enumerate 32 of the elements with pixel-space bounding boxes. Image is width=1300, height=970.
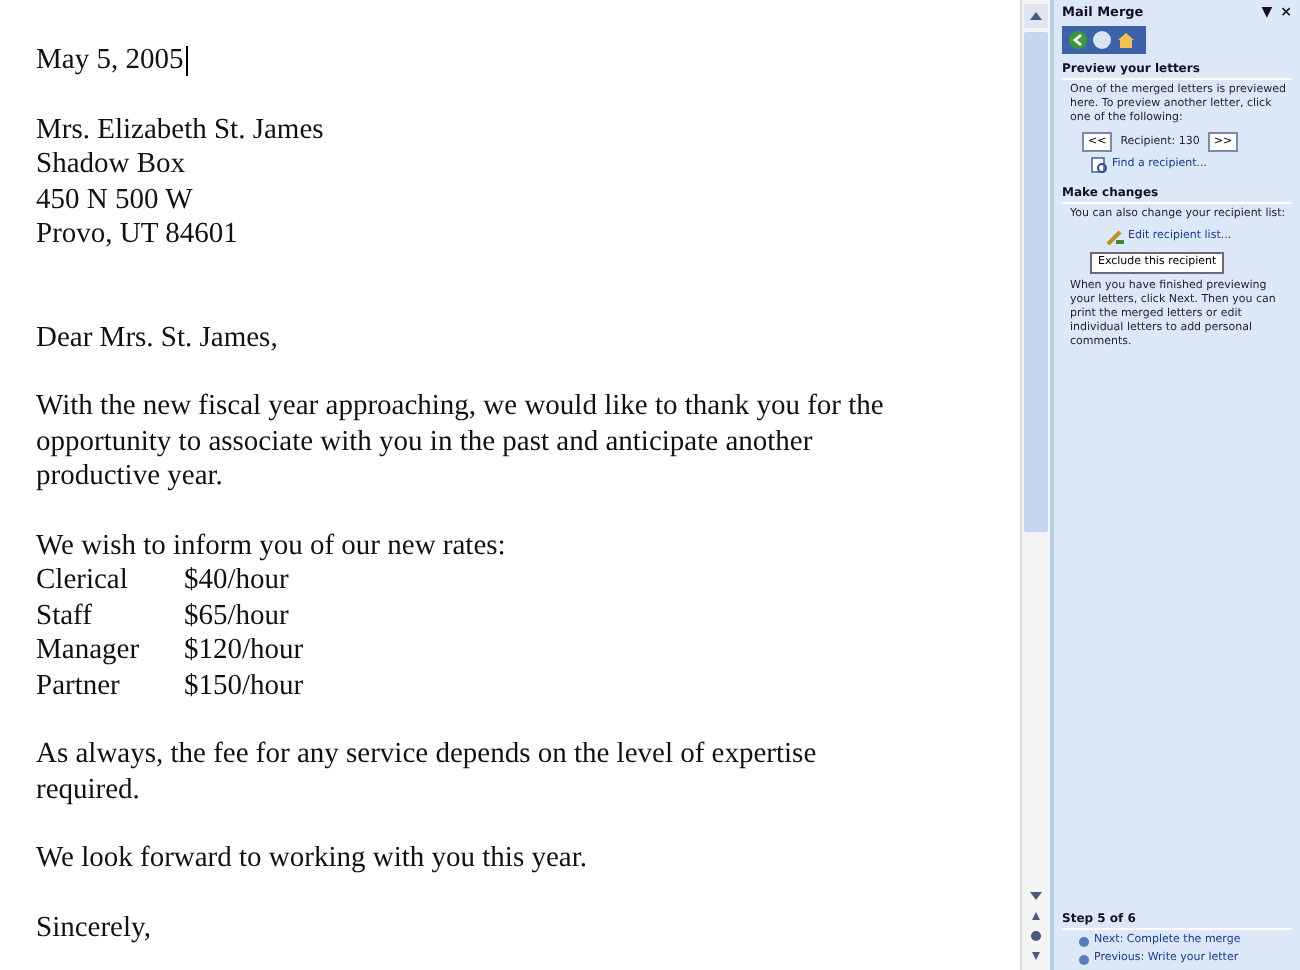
letter-paragraph: With the new fiscal year approaching, we would like to thank you for the opportunity to associate with you in the past and anticipate another productive year.	[36, 390, 886, 495]
letter-text: Mrs. Elizabeth St. James	[36, 113, 324, 148]
letter-text: Sincerely,	[36, 911, 151, 946]
letter-text: Provo, UT 84601	[36, 218, 238, 253]
letter-text: Shadow Box	[36, 148, 186, 183]
rate-role: Manager	[36, 634, 142, 669]
letter-text: We look forward to working with you this year.	[36, 842, 587, 877]
find-icon	[1090, 156, 1108, 174]
scroll-thumb[interactable]	[1024, 32, 1048, 532]
rate-role: Clerical	[36, 564, 130, 599]
back-icon[interactable]	[1068, 30, 1088, 50]
scroll-up-icon[interactable]	[1024, 4, 1048, 28]
letter-text: May 5, 2005	[36, 44, 184, 79]
home-icon[interactable]	[1116, 30, 1136, 50]
rate-amount: $120/hour	[184, 634, 304, 669]
letter-text: We wish to inform you of our new rates:	[36, 529, 506, 564]
edit-list-icon	[1106, 228, 1124, 246]
letter-text: Dear Mrs. St. James,	[36, 321, 278, 356]
browse-object-icon[interactable]	[1030, 930, 1042, 942]
scroll-down-icon[interactable]	[1028, 890, 1044, 902]
previous-page-icon[interactable]	[1030, 910, 1042, 922]
letter-paragraph: As always, the fee for any service depends on the level of expertise required.	[36, 738, 819, 808]
rate-role: Partner	[36, 669, 122, 704]
bullet-icon	[1078, 953, 1090, 965]
rate-amount: $150/hour	[184, 669, 304, 704]
next-page-icon[interactable]	[1030, 950, 1042, 962]
bullet-icon	[1078, 935, 1090, 947]
letter-text: 450 N 500 W	[36, 183, 193, 218]
rate-role: Staff	[36, 599, 94, 634]
rate-amount: $40/hour	[184, 564, 289, 599]
forward-icon[interactable]	[1092, 30, 1112, 50]
rate-amount: $65/hour	[184, 599, 289, 634]
